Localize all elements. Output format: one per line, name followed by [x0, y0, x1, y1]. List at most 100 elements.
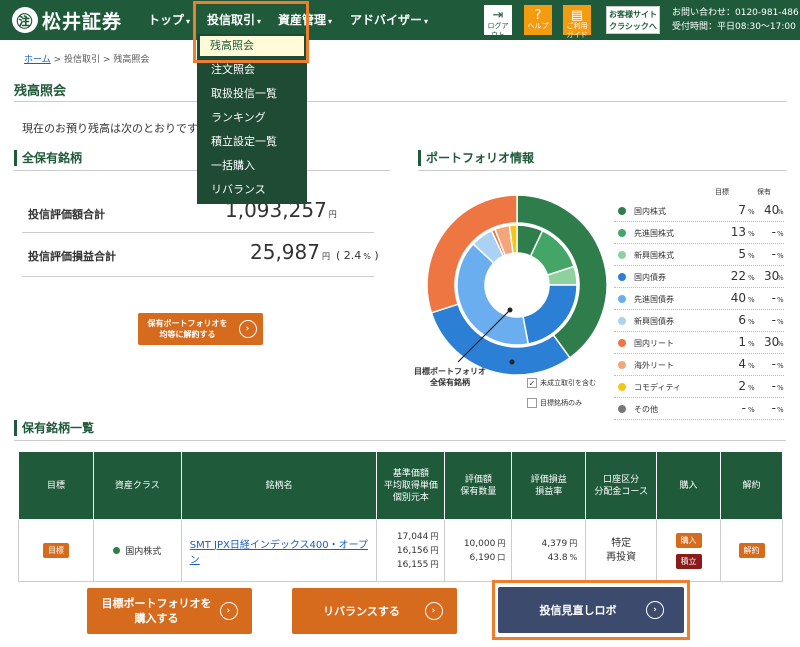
nav-top-label: トップ — [148, 13, 185, 27]
robo-advisor-button[interactable]: 投信見直しロボ › — [498, 587, 684, 633]
book-icon: ▤ — [570, 8, 584, 23]
legend-target-value: 6 — [738, 313, 746, 327]
brand-logo[interactable]: ㊟ 松井証券 — [12, 7, 122, 33]
legend-row: 海外リート 4% -% — [614, 354, 784, 376]
buy-target-portfolio-label: 目標ポートフォリオを購入する — [101, 597, 212, 625]
legend-color-dot — [618, 405, 626, 413]
chevron-right-icon: › — [424, 602, 443, 620]
legend-hold-value: - — [771, 357, 776, 371]
nav-advisor[interactable]: アドバイザー ▾ — [350, 10, 428, 30]
legend-hold-value: - — [771, 225, 776, 239]
holdings-list-title: 保有銘柄一覧 — [14, 420, 94, 436]
legend-color-dot — [618, 273, 626, 281]
legend-hold-unit: % — [777, 340, 784, 348]
rebalance-button[interactable]: リバランスする › — [292, 588, 457, 634]
sell-button[interactable]: 解約 — [738, 543, 765, 558]
nav-fund-trade[interactable]: 投信取引 ▾ — [207, 10, 261, 30]
pl-value: 25,987 — [250, 240, 320, 264]
cell-pl: 4,379 円 43.8% — [511, 519, 587, 582]
checkbox-icon[interactable] — [527, 398, 537, 408]
yen-unit: 円 — [430, 545, 439, 555]
help-button[interactable]: ? ヘルプ — [524, 5, 552, 35]
cell-sell: 解約 — [720, 519, 783, 582]
menu-item-accum-settings[interactable]: 積立設定一覧 — [211, 133, 277, 149]
legend-name: 海外リート — [634, 361, 674, 370]
legend-target-value: 40 — [730, 291, 746, 305]
legend-color-dot — [618, 295, 626, 303]
classic-site-button[interactable]: お客様サイトクラシックへ — [606, 6, 660, 34]
chevron-down-icon: ▾ — [186, 17, 191, 26]
legend-name: 先進国債券 — [634, 295, 674, 304]
question-icon: ? — [534, 8, 542, 23]
checkbox-checked-icon[interactable]: ✓ — [527, 378, 537, 388]
nav-asset-mgmt[interactable]: 資産管理 ▾ — [278, 10, 332, 30]
legend-hold-unit: % — [777, 274, 784, 282]
menu-item-balance[interactable]: 残高照会 — [200, 36, 304, 56]
fund-link[interactable]: SMT JPX日経インデックス400・オープン — [190, 540, 368, 566]
legend-name: 国内債券 — [634, 273, 666, 282]
th-asset-class: 資産クラス — [92, 451, 182, 520]
legend-name: 先進国株式 — [634, 229, 674, 238]
legend-hold-value: 30 — [764, 269, 780, 283]
th-account: 口座区分 分配金コース — [585, 451, 658, 520]
asset-dot-icon — [113, 547, 121, 554]
valuation-cell-value: 10,000 — [463, 538, 496, 549]
th-pl: 評価損益 損益率 — [511, 451, 587, 520]
divider — [22, 276, 374, 277]
legend-name: 国内株式 — [634, 207, 666, 216]
legend-row: 国内株式 7% 40% — [614, 200, 784, 222]
breadcrumb-home-link[interactable]: ホーム — [24, 55, 51, 65]
pending-checkbox-row[interactable]: ✓ 未成立取引を含む — [527, 378, 596, 388]
legend-target-value: 2 — [738, 379, 746, 393]
nav-value: 17,044 — [396, 531, 429, 542]
target-badge: 目標 — [42, 543, 69, 558]
legend-row: コモディティ 2% -% — [614, 376, 784, 398]
pl-value-wrap: 25,987 円 ( 2.4% ) — [250, 240, 379, 264]
legend-row: 国内リート 1% 30% — [614, 332, 784, 354]
equalize-sell-button[interactable]: 保有ポートフォリオを均等に解約する › — [138, 313, 263, 345]
breadcrumb-current: 残高照会 — [113, 55, 150, 65]
legend-color-dot — [618, 361, 626, 369]
target-only-checkbox-row[interactable]: 目標銘柄のみ — [527, 398, 582, 408]
intro-text: 現在のお預り残高は次のとおりです。 — [22, 122, 208, 135]
chevron-right-icon: › — [646, 601, 664, 619]
yen-unit: 円 — [430, 559, 439, 569]
chevron-down-icon: ▾ — [424, 17, 429, 26]
nav-asset-mgmt-label: 資産管理 — [278, 13, 327, 27]
accumulate-button[interactable]: 積立 — [675, 553, 702, 569]
menu-item-ranking[interactable]: ランキング — [211, 109, 266, 125]
table-header-row: 目標 資産クラス 銘柄名 基準価額 平均取得単価 個別元本 評価額 保有数量 評… — [18, 451, 783, 520]
menu-item-bulk-buy[interactable]: 一括購入 — [211, 157, 255, 173]
legend-name: 新興国株式 — [634, 251, 674, 260]
menu-item-rebalance[interactable]: リバランス — [211, 181, 266, 197]
legend-color-dot — [618, 383, 626, 391]
chart-caption: 目標ポートフォリオ 全保有銘柄 — [405, 366, 495, 388]
rebalance-label: リバランスする — [323, 605, 400, 618]
legend-target-value: - — [741, 401, 746, 415]
menu-item-fund-list[interactable]: 取扱投信一覧 — [211, 85, 277, 101]
holdings-table: 目標 資産クラス 銘柄名 基準価額 平均取得単価 個別元本 評価額 保有数量 評… — [18, 451, 783, 582]
col-target-header: 目標 — [715, 188, 729, 196]
nav-advisor-label: アドバイザー — [350, 13, 423, 27]
logout-button[interactable]: ⇥ ログアウト — [484, 5, 512, 39]
account-type: 特定 — [611, 537, 632, 549]
yen-unit: 円 — [328, 210, 337, 219]
guide-button[interactable]: ▤ ご利用ガイド — [563, 5, 591, 39]
target-only-checkbox-label: 目標銘柄のみ — [540, 399, 582, 407]
legend-hold-value: - — [771, 379, 776, 393]
nav-top[interactable]: トップ ▾ — [148, 10, 190, 30]
brand-name: 松井証券 — [42, 10, 123, 33]
guide-label: ご利用ガイド — [566, 22, 588, 39]
legend-target-unit: % — [748, 252, 755, 260]
th-valuation: 評価額 保有数量 — [444, 451, 513, 520]
chevron-right-icon: › — [238, 320, 257, 338]
buy-target-portfolio-button[interactable]: 目標ポートフォリオを購入する › — [87, 588, 252, 634]
buy-button[interactable]: 購入 — [675, 532, 702, 548]
legend-color-dot — [618, 317, 626, 325]
menu-item-orders[interactable]: 注文照会 — [211, 61, 255, 77]
yen-unit: 円 — [321, 252, 330, 261]
chevron-right-icon: › — [219, 602, 238, 620]
robo-advisor-label: 投信見直しロボ — [539, 604, 617, 617]
pl-label: 投信評価損益合計 — [28, 250, 116, 263]
portfolio-section-title: ポートフォリオ情報 — [418, 150, 534, 166]
